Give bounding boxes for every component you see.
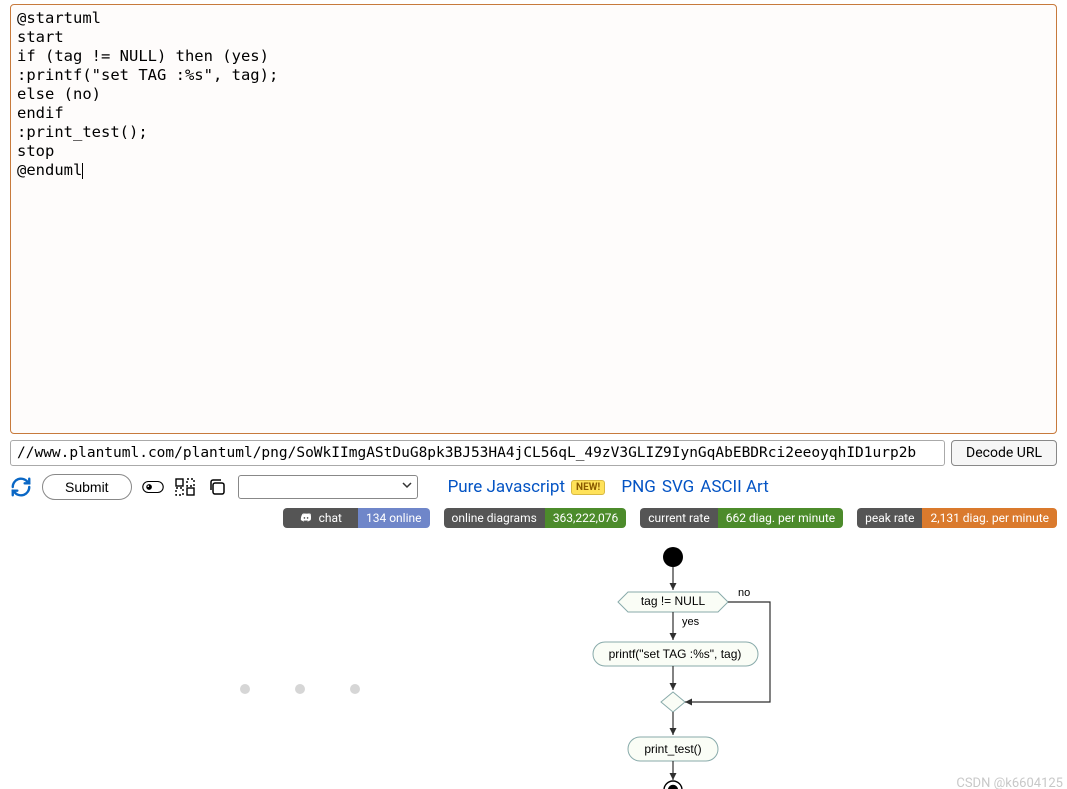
diagram-no-label: no xyxy=(738,587,750,599)
link-svg[interactable]: SVG xyxy=(662,477,694,497)
decode-label: Decode URL xyxy=(966,445,1042,461)
decode-url-button[interactable]: Decode URL xyxy=(951,440,1057,466)
discord-icon xyxy=(291,511,307,525)
stats-row: chat 134 online online diagrams 363,222,… xyxy=(10,508,1057,528)
layout-icon[interactable] xyxy=(174,478,196,496)
diagram-area: tag != NULL no yes printf("set TAG :%s",… xyxy=(0,534,1067,789)
loading-dots xyxy=(240,684,360,694)
submit-button[interactable]: Submit xyxy=(42,474,132,500)
diagram-condition: tag != NULL xyxy=(641,594,706,608)
link-ascii[interactable]: ASCII Art xyxy=(700,477,769,497)
stat-peak: peak rate 2,131 diag. per minute xyxy=(857,508,1057,528)
theme-toggle-icon[interactable] xyxy=(142,478,164,496)
copy-icon[interactable] xyxy=(206,478,228,496)
submit-label: Submit xyxy=(65,479,109,495)
link-pure-js[interactable]: Pure Javascript xyxy=(448,477,565,497)
stat-chat-value: 134 online xyxy=(358,508,430,528)
diagram-action2: print_test() xyxy=(644,742,701,756)
editor-content: @startuml start if (tag != NULL) then (y… xyxy=(17,9,278,179)
stat-current-value: 662 diag. per minute xyxy=(718,508,843,528)
stat-current: current rate 662 diag. per minute xyxy=(640,508,843,528)
flowchart-diagram: tag != NULL no yes printf("set TAG :%s",… xyxy=(588,542,838,789)
refresh-icon[interactable] xyxy=(10,476,32,498)
diagram-action1: printf("set TAG :%s", tag) xyxy=(609,647,742,661)
watermark: CSDN @k6604125 xyxy=(956,776,1063,789)
format-dropdown[interactable] xyxy=(238,475,418,499)
new-badge: NEW! xyxy=(571,480,605,495)
url-value: //www.plantuml.com/plantuml/png/SoWkIImg… xyxy=(17,445,916,461)
stat-peak-value: 2,131 diag. per minute xyxy=(922,508,1057,528)
diagram-yes-label: yes xyxy=(682,616,700,628)
text-cursor xyxy=(82,163,83,179)
stat-chat[interactable]: chat 134 online xyxy=(283,508,430,528)
stat-online: online diagrams 363,222,076 xyxy=(444,508,627,528)
link-png[interactable]: PNG xyxy=(621,477,655,497)
code-editor[interactable]: @startuml start if (tag != NULL) then (y… xyxy=(10,4,1057,434)
stat-online-value: 363,222,076 xyxy=(545,508,626,528)
chevron-down-icon xyxy=(401,479,413,495)
url-input[interactable]: //www.plantuml.com/plantuml/png/SoWkIImg… xyxy=(10,440,945,466)
